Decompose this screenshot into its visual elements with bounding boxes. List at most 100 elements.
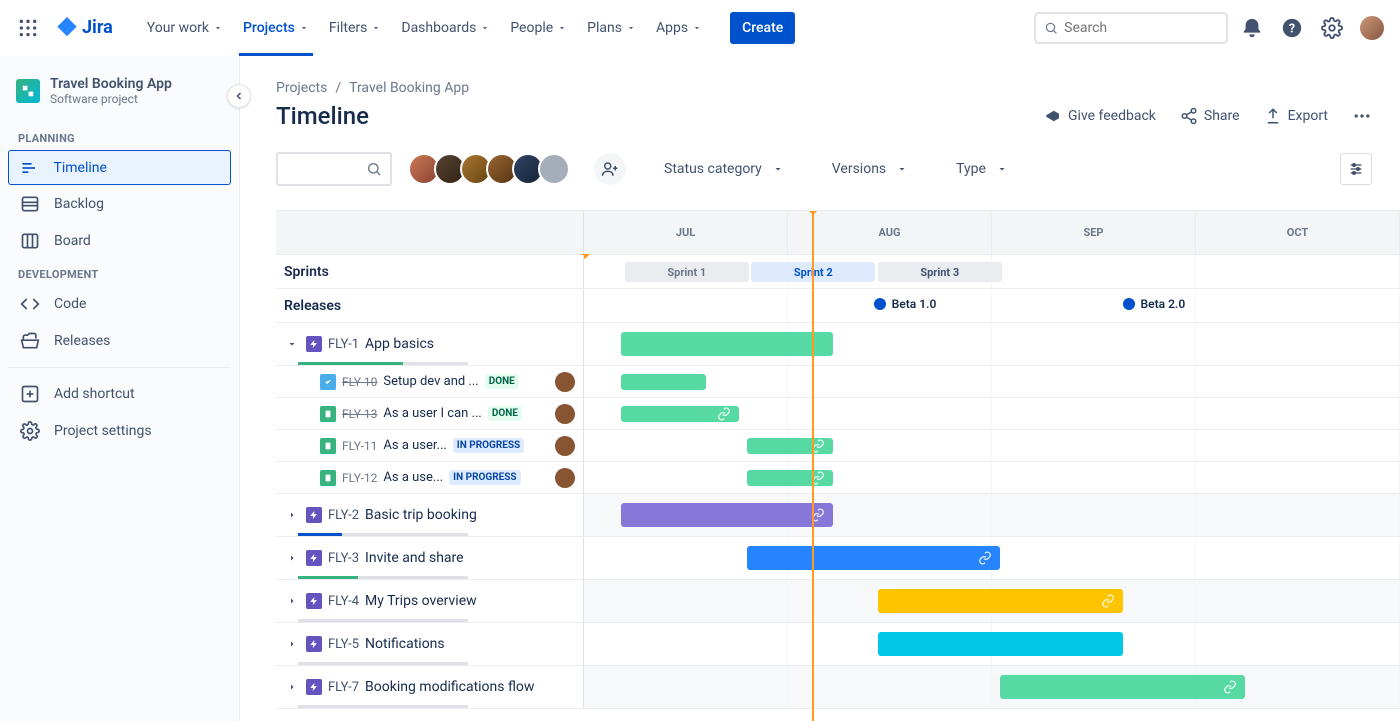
expand-icon[interactable] — [284, 552, 300, 564]
sidebar-item-backlog[interactable]: Backlog — [8, 186, 231, 222]
search-input[interactable] — [1064, 20, 1218, 36]
issue-title: Notifications — [365, 636, 445, 652]
timeline-header: JULAUGSEPOCT — [276, 211, 1400, 255]
collapse-sidebar-button[interactable] — [227, 84, 251, 108]
expand-icon[interactable] — [284, 338, 300, 350]
timeline-bar[interactable] — [1000, 675, 1245, 699]
issue-key[interactable]: FLY-11 — [342, 439, 377, 453]
issue-key[interactable]: FLY-13 — [342, 407, 377, 421]
issue-title: My Trips overview — [365, 593, 477, 609]
profile-avatar[interactable] — [1356, 12, 1388, 44]
epic-row[interactable]: FLY-7 Booking modifications flow — [276, 666, 1400, 709]
timeline-bar[interactable] — [621, 406, 739, 422]
issue-key[interactable]: FLY-12 — [342, 471, 377, 485]
nav-item-projects[interactable]: Projects — [233, 0, 319, 56]
story-row[interactable]: FLY-13 As a user I can ... DONE — [276, 398, 1400, 430]
sidebar-item-timeline[interactable]: Timeline — [8, 150, 231, 185]
notifications-icon[interactable] — [1236, 12, 1268, 44]
epic-icon — [306, 636, 322, 652]
type-filter[interactable]: Type — [950, 161, 1014, 177]
timeline-bar[interactable] — [621, 374, 707, 390]
sidebar-item-code[interactable]: Code — [8, 286, 231, 322]
nav-item-your-work[interactable]: Your work — [137, 0, 233, 56]
epic-row[interactable]: FLY-1 App basics — [276, 323, 1400, 366]
issue-key[interactable]: FLY-3 — [328, 551, 359, 566]
issue-key[interactable]: FLY-1 — [328, 337, 359, 352]
assignee-avatar[interactable] — [555, 436, 575, 456]
give-feedback-button[interactable]: Give feedback — [1044, 107, 1156, 125]
expand-icon[interactable] — [284, 638, 300, 650]
sidebar-add-shortcut[interactable]: Add shortcut — [8, 376, 231, 412]
timeline-bar[interactable] — [878, 589, 1123, 613]
issue-key[interactable]: FLY-10 — [342, 375, 377, 389]
share-button[interactable]: Share — [1180, 107, 1240, 125]
timeline-bar[interactable] — [747, 438, 833, 454]
timeline-bar[interactable] — [747, 546, 1000, 570]
help-icon[interactable]: ? — [1276, 12, 1308, 44]
main-content: Projects / Travel Booking App Timeline G… — [240, 56, 1400, 721]
breadcrumb-root[interactable]: Projects — [276, 80, 327, 96]
issue-key[interactable]: FLY-5 — [328, 637, 359, 652]
month-column: OCT — [1196, 211, 1400, 254]
sidebar-project-settings[interactable]: Project settings — [8, 413, 231, 449]
epic-icon — [306, 550, 322, 566]
filter-search[interactable] — [276, 152, 392, 186]
issue-key[interactable]: FLY-4 — [328, 594, 359, 609]
assignee-avatar[interactable] — [555, 404, 575, 424]
more-actions-button[interactable] — [1352, 106, 1372, 126]
expand-icon[interactable] — [284, 681, 300, 693]
epic-row[interactable]: FLY-4 My Trips overview — [276, 580, 1400, 623]
epic-icon — [306, 336, 322, 352]
expand-icon[interactable] — [284, 595, 300, 607]
breadcrumb-project[interactable]: Travel Booking App — [349, 80, 469, 96]
sprint-pill[interactable]: Sprint 1 — [625, 262, 749, 282]
nav-item-filters[interactable]: Filters — [319, 0, 392, 56]
epic-row[interactable]: FLY-2 Basic trip booking — [276, 494, 1400, 537]
jira-logo[interactable]: Jira — [48, 17, 121, 39]
chevron-down-icon — [996, 163, 1008, 175]
timeline-bar[interactable] — [621, 503, 833, 527]
timeline-bar[interactable] — [621, 332, 833, 356]
issue-key[interactable]: FLY-2 — [328, 508, 359, 523]
expand-icon[interactable] — [284, 509, 300, 521]
story-row[interactable]: FLY-12 As a use... IN PROGRESS — [276, 462, 1400, 494]
issue-title: As a user I can ... — [383, 406, 481, 421]
month-column: JUL — [584, 211, 788, 254]
issue-type-icon — [320, 374, 336, 390]
release-marker[interactable]: Beta 1.0 — [874, 297, 937, 311]
epic-icon — [306, 507, 322, 523]
create-button[interactable]: Create — [730, 12, 795, 44]
epic-row[interactable]: FLY-5 Notifications — [276, 623, 1400, 666]
app-switcher-icon[interactable] — [12, 12, 44, 44]
view-settings-button[interactable] — [1340, 153, 1372, 185]
nav-item-plans[interactable]: Plans — [577, 0, 646, 56]
add-people-button[interactable] — [594, 153, 626, 185]
nav-item-dashboards[interactable]: Dashboards — [391, 0, 500, 56]
export-button[interactable]: Export — [1264, 107, 1328, 125]
release-marker[interactable]: Beta 2.0 — [1123, 297, 1186, 311]
sprint-pill[interactable]: Sprint 3 — [878, 262, 1002, 282]
nav-item-people[interactable]: People — [500, 0, 577, 56]
story-row[interactable]: FLY-10 Setup dev and ... DONE — [276, 366, 1400, 398]
nav-item-apps[interactable]: Apps — [646, 0, 712, 56]
status-category-filter[interactable]: Status category — [658, 161, 790, 177]
timeline-bar[interactable] — [878, 632, 1123, 656]
issue-title: Setup dev and ... — [383, 374, 478, 389]
issue-key[interactable]: FLY-7 — [328, 680, 359, 695]
issue-title: App basics — [365, 336, 434, 352]
assignee-avatar[interactable] — [555, 372, 575, 392]
sidebar-item-board[interactable]: Board — [8, 223, 231, 259]
progress-bar — [298, 576, 468, 579]
assignee-avatar[interactable] — [555, 468, 575, 488]
timeline-bar[interactable] — [747, 470, 833, 486]
epic-row[interactable]: FLY-3 Invite and share — [276, 537, 1400, 580]
global-search[interactable] — [1034, 12, 1228, 44]
assignee-filter-avatars[interactable] — [408, 153, 570, 185]
versions-filter[interactable]: Versions — [826, 161, 914, 177]
sprint-pill[interactable]: Sprint 2 — [751, 262, 875, 282]
sidebar-item-releases[interactable]: Releases — [8, 323, 231, 359]
story-row[interactable]: FLY-11 As a user... IN PROGRESS — [276, 430, 1400, 462]
settings-icon[interactable] — [1316, 12, 1348, 44]
issue-title: Invite and share — [365, 550, 464, 566]
month-column: SEP — [992, 211, 1196, 254]
